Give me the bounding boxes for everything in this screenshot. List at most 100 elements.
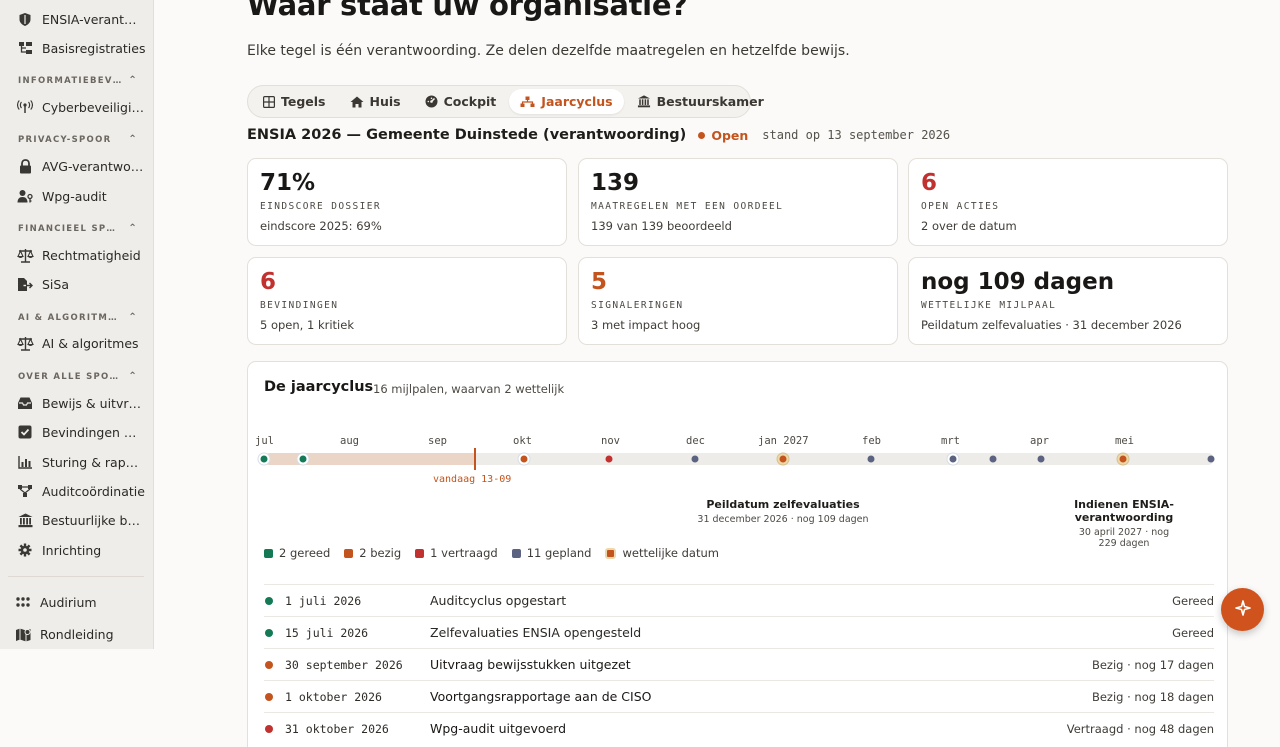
sidebar-item-rondleiding[interactable]: Rondleiding — [14, 623, 144, 645]
section-informatiebeveiliging[interactable]: INFORMATIEBEVEILIGING ⌃ — [18, 75, 138, 86]
milestone-dot[interactable] — [949, 455, 957, 463]
legend-label: 2 gereed — [279, 546, 331, 560]
sidebar-item-audirium[interactable]: Audirium — [14, 591, 144, 613]
gear-icon — [16, 542, 34, 558]
milestone-dot[interactable] — [867, 455, 875, 463]
sidebar-item-ensia[interactable]: ENSIA-verantwoording — [16, 8, 146, 30]
milestone-dot-legal[interactable] — [1117, 453, 1129, 465]
tab-cockpit[interactable]: Cockpit — [414, 89, 508, 114]
kpi-card-signaleringen[interactable]: 5 SIGNALERINGEN 3 met impact hoog — [578, 257, 898, 345]
section-financieel-spoor[interactable]: FINANCIEEL SPOOR ⌃ — [18, 223, 138, 234]
row-title: Auditcyclus opgestart — [430, 593, 567, 608]
bank-icon — [637, 95, 651, 108]
milestone-dot[interactable] — [1037, 455, 1045, 463]
status-badge: Open — [711, 127, 749, 143]
milestone-dot[interactable] — [605, 455, 613, 463]
section-title: INFORMATIEBEVEILIGING — [18, 75, 122, 86]
legend-item: 11 gepland — [511, 546, 591, 560]
table-row[interactable]: 1 oktober 2026 Voortgangsrapportage aan … — [264, 680, 1214, 712]
month-label: sep — [428, 435, 447, 447]
table-row[interactable]: 30 september 2026 Uitvraag bewijsstukken… — [264, 648, 1214, 680]
section-over-alle-sporen[interactable]: OVER ALLE SPOREN ⌃ — [18, 371, 138, 382]
status-dot — [265, 692, 273, 701]
sidebar-item-basisregistraties[interactable]: Basisregistraties — [16, 37, 146, 59]
sidebar-item-label: Bestuurlijke boordtabel — [42, 512, 146, 528]
sidebar-item-label: Cyberbeveiliging — [42, 99, 146, 115]
sidebar-item-auditcoordinatie[interactable]: Auditcoördinatie — [16, 480, 146, 502]
legend-label: 1 vertraagd — [430, 546, 498, 560]
user-key-icon — [16, 188, 34, 204]
panel-title: De jaarcyclus — [264, 379, 374, 395]
kpi-card-mijlpaal[interactable]: nog 109 dagen WETTELIJKE MIJLPAAL Peilda… — [908, 257, 1228, 345]
stand-date: stand op 13 september 2026 — [762, 128, 951, 142]
row-state: Gereed — [1172, 593, 1214, 608]
milestone-dot[interactable] — [989, 455, 997, 463]
kpi-card-bevindingen[interactable]: 6 BEVINDINGEN 5 open, 1 kritiek — [247, 257, 567, 345]
kpi-label: SIGNALERINGEN — [591, 300, 684, 311]
tab-tegels[interactable]: Tegels — [252, 89, 337, 114]
sidebar-item-wpg[interactable]: Wpg-audit — [16, 185, 146, 207]
bank-icon — [16, 512, 34, 528]
legend-swatch — [344, 548, 354, 558]
map-icon — [14, 626, 32, 642]
sidebar-item-bewijs[interactable]: Bewijs & uitvraag — [16, 392, 146, 414]
kpi-card-maatregelen[interactable]: 139 MAATREGELEN MET EEN OORDEEL 139 van … — [578, 158, 898, 246]
file-export-icon — [16, 276, 34, 292]
jaarcyclus-panel: De jaarcyclus 16 mijlpalen, waarvan 2 we… — [247, 361, 1228, 747]
table-row[interactable]: 31 oktober 2026 Wpg-audit uitgevoerd Ver… — [264, 712, 1214, 744]
legend-swatch — [511, 548, 521, 558]
tab-huis[interactable]: Huis — [339, 89, 412, 114]
month-label: feb — [862, 435, 881, 447]
milestone-dot[interactable] — [260, 455, 268, 463]
legend-item: 2 gereed — [264, 546, 330, 560]
section-ai-algoritmes[interactable]: AI & ALGORITMES ⌃ — [18, 312, 138, 323]
status-dot — [265, 724, 273, 733]
bar-chart-icon — [16, 454, 34, 470]
sidebar-item-ai[interactable]: AI & algoritmes — [16, 332, 146, 354]
inbox-icon — [16, 395, 34, 411]
milestone-dot[interactable] — [520, 455, 528, 463]
milestone-dot[interactable] — [691, 455, 699, 463]
sidebar-item-bestuurlijke[interactable]: Bestuurlijke boordtabel — [16, 509, 146, 531]
sidebar-item-label: Inrichting — [42, 542, 102, 558]
section-privacy-spoor[interactable]: PRIVACY-SPOOR ⌃ — [18, 134, 138, 145]
timeline-legend: 2 gereed 2 bezig 1 vertraagd 11 gepland … — [264, 546, 719, 560]
lock-icon — [16, 158, 34, 174]
kpi-card-open-acties[interactable]: 6 OPEN ACTIES 2 over de datum — [908, 158, 1228, 246]
milestone-dot[interactable] — [299, 455, 307, 463]
scales-icon — [16, 247, 34, 263]
today-marker — [474, 448, 476, 470]
tab-bestuurskamer[interactable]: Bestuurskamer — [626, 89, 775, 114]
sidebar-item-inrichting[interactable]: Inrichting — [16, 539, 146, 561]
section-title: OVER ALLE SPOREN — [18, 371, 122, 382]
table-row[interactable]: 15 juli 2026 Zelfevaluaties ENSIA openge… — [264, 616, 1214, 648]
kpi-card-eindscore[interactable]: 71% EINDSCORE DOSSIER eindscore 2025: 69… — [247, 158, 567, 246]
milestone-dot[interactable] — [1207, 455, 1215, 463]
shield-icon — [16, 11, 34, 27]
sidebar-item-label: Auditcoördinatie — [42, 483, 145, 499]
table-row[interactable]: 1 juli 2026 Auditcyclus opgestart Gereed — [264, 584, 1214, 616]
sidebar-item-sisa[interactable]: SiSa — [16, 273, 146, 295]
grid-icon — [14, 594, 32, 610]
kpi-label: OPEN ACTIES — [921, 201, 1000, 212]
row-date: 30 september 2026 — [285, 657, 403, 672]
network-icon — [16, 483, 34, 499]
sidebar-item-cyberbeveiliging[interactable]: Cyberbeveiliging — [16, 96, 146, 118]
page-title: Waar staat uw organisatie? — [247, 0, 688, 22]
milestone-title: Indienen ENSIA-verantwoording — [1074, 498, 1174, 524]
row-title: Zelfevaluaties ENSIA opengesteld — [430, 625, 642, 640]
assistant-button[interactable] — [1221, 588, 1264, 631]
chevron-up-icon: ⌃ — [128, 312, 138, 323]
tab-jaarcyclus[interactable]: Jaarcyclus — [509, 89, 624, 114]
page-subtitle: Elke tegel is één verantwoording. Ze del… — [247, 43, 850, 59]
sidebar-item-rechtmatigheid[interactable]: Rechtmatigheid — [16, 244, 146, 266]
sidebar-item-bevindingen[interactable]: Bevindingen & acties — [16, 421, 146, 443]
status-dot — [265, 660, 273, 669]
legend-item: 1 vertraagd — [415, 546, 498, 560]
sidebar-item-label: Sturing & rapportage — [42, 454, 146, 470]
milestone-dot-legal[interactable] — [777, 453, 789, 465]
sidebar-item-avg[interactable]: AVG-verantwoording — [16, 155, 146, 177]
sidebar-item-sturing[interactable]: Sturing & rapportage — [16, 451, 146, 473]
sidebar-item-label: AI & algoritmes — [42, 335, 139, 351]
org-title: ENSIA 2026 — Gemeente Duinstede (verantw… — [247, 127, 687, 143]
